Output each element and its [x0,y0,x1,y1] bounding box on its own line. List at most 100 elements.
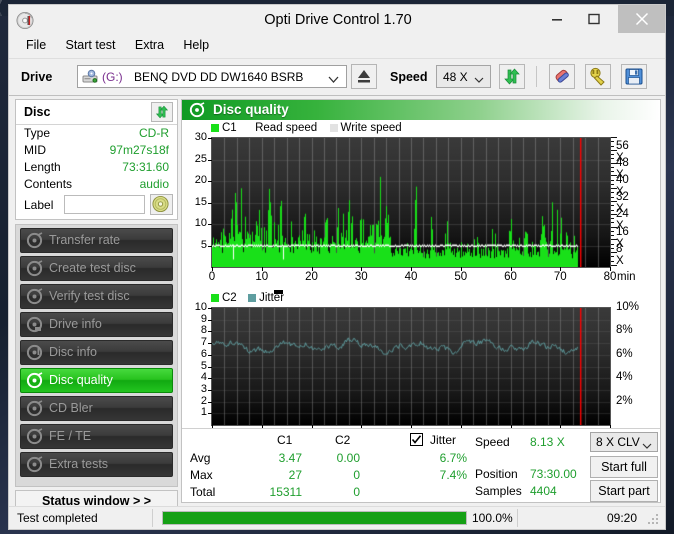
plug-icon [586,67,610,91]
write-strategy-select[interactable]: 8 X CLV [590,432,658,452]
disc-label-input[interactable] [64,195,145,214]
menu-file[interactable]: File [18,35,54,55]
sidebar-item-cd-bler[interactable]: CD Bler [20,396,173,421]
plug-button[interactable] [585,64,611,89]
sidebar-item-label: Disc quality [49,373,113,387]
stats-max-jitter: 7.4% [439,468,467,482]
axis-minor-tick [611,218,614,220]
sidebar-item-label: FE / TE [49,429,92,443]
axis-minor-tick [611,137,617,138]
samples-stat-label: Samples [475,484,522,498]
axis-tick-label: 6% [616,347,633,360]
c2-jitter-plot[interactable] [211,307,611,426]
refresh-button[interactable] [499,64,525,89]
sidebar-item-extra-tests[interactable]: Extra tests [20,452,173,477]
axis-tick-label: 2 [200,394,207,407]
c1-read-speed-plot[interactable] [211,137,611,268]
axis-tick-label: 10 [255,271,269,283]
menu-start-test[interactable]: Start test [58,35,124,55]
sidebar-item-verify-test-disc[interactable]: Verify test disc [20,284,173,309]
legend-label-read-speed: Read speed [255,122,318,134]
test-nav-list: Transfer rate Create test disc Verify te… [15,224,178,487]
statistics-panel: C1 C2 Avg Max Total 3.47 27 15311 0.00 0… [182,428,660,502]
disc-label-key: Label [24,198,54,212]
disc-label-button[interactable] [150,194,173,215]
disc-refresh-button[interactable] [151,102,173,122]
disc-test-icon [26,456,43,473]
menu-help[interactable]: Help [175,35,217,55]
axis-tick-label: 56 X [616,139,629,164]
stats-avg-c1: 3.47 [278,451,302,465]
disc-row-value: 73:31.60 [122,160,169,174]
disc-row-key: Type [24,126,51,140]
maximize-button[interactable] [575,5,612,33]
axis-tick [361,267,363,271]
axis-minor-tick [611,179,614,181]
progress-bar [162,511,467,525]
disc-row-contents: Contents audio [16,176,177,193]
axis-tick-label: 25 [194,152,207,165]
axis-minor-tick [611,256,614,258]
axis-tick [460,267,462,271]
erase-button[interactable] [549,64,575,89]
sidebar-item-label: Create test disc [49,261,136,275]
chart-splitter-handle[interactable] [274,290,283,294]
axis-minor-tick [611,260,614,262]
chevron-down-icon [474,73,484,87]
sidebar-item-label: Drive info [49,317,102,331]
c2-chart-left-ruler [206,307,211,426]
axis-tick-label: 8% [616,324,633,337]
jitter-checkbox[interactable] [410,433,423,446]
start-full-button[interactable]: Start full [590,456,658,478]
sidebar-item-disc-quality[interactable]: Disc quality [20,368,173,393]
axis-minor-tick [611,154,614,156]
sidebar-item-create-test-disc[interactable]: Create test disc [20,256,173,281]
axis-tick-label: 60 [504,271,517,283]
resize-grip-icon[interactable] [648,514,660,526]
status-separator [517,509,518,527]
axis-minor-tick [611,243,614,245]
sidebar: Disc Type CD-R MID 97m27s18f Length 73:3… [15,99,178,512]
write-strategy-value: 8 X CLV [596,435,640,449]
eject-button[interactable] [351,64,377,89]
axis-tick [411,267,412,271]
sidebar-item-disc-info[interactable]: Disc info [20,340,173,365]
stats-max-c1: 27 [288,468,302,482]
disc-row-length: Length 73:31.60 [16,159,177,176]
disc-test-icon [26,260,43,277]
axis-minor-tick [611,141,614,143]
samples-stat-value: 4404 [530,484,557,498]
axis-tick-label: 20 [194,174,207,186]
sidebar-item-drive-info[interactable]: Drive info [20,312,173,337]
axis-tick [560,267,562,271]
stats-avg-jitter: 6.7% [439,451,467,465]
disc-quality-icon [189,102,205,118]
axis-minor-tick [611,247,614,249]
minimize-button[interactable] [538,5,575,33]
stats-total-c2: 0 [353,485,360,499]
stats-avg-c2: 0.00 [336,451,360,465]
start-part-button[interactable]: Start part [590,480,658,502]
close-button[interactable] [618,5,665,33]
disc-test-icon [26,400,43,417]
progress-percent: 100.0% [472,511,513,525]
stats-row-total-label: Total [190,485,216,499]
disc-test-icon [26,288,43,305]
eject-icon [352,70,376,91]
axis-tick-label: 10% [616,301,640,313]
sidebar-item-transfer-rate[interactable]: Transfer rate [20,228,173,253]
chevron-down-icon [328,73,339,87]
speed-stat-label: Speed [475,435,510,449]
menu-extra[interactable]: Extra [127,35,172,55]
sidebar-item-fe-te[interactable]: FE / TE [20,424,173,449]
axis-tick-label: 3 [200,382,207,395]
axis-tick-label: 10 [194,301,207,313]
speed-select[interactable]: 48 X [436,65,491,88]
disc-panel-header: Disc [16,100,177,125]
axis-tick-label: 20 [305,271,318,283]
drive-select[interactable]: (G:) BENQ DVD DD DW1640 BSRB [77,65,347,88]
axis-tick-label: 8 [200,324,207,337]
drive-icon [82,69,98,85]
refresh-icon [152,105,172,124]
save-button[interactable] [621,64,647,89]
